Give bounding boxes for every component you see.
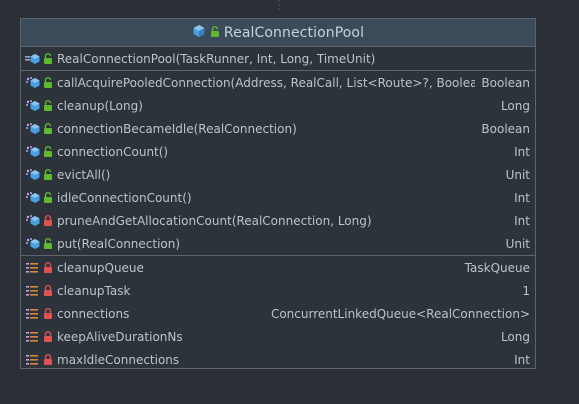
row-icons bbox=[25, 122, 57, 136]
row-icons bbox=[25, 76, 57, 90]
row-icons bbox=[25, 284, 57, 298]
method-row[interactable]: idleConnectionCount() Int bbox=[21, 186, 535, 209]
method-row[interactable]: pruneAndGetAllocationCount(RealConnectio… bbox=[21, 209, 535, 232]
method-row[interactable]: connectionCount() Int bbox=[21, 140, 535, 163]
field-icon bbox=[26, 308, 38, 319]
public-lock-icon bbox=[44, 122, 52, 134]
method-return-type: Int bbox=[514, 213, 530, 228]
field-type: Long bbox=[500, 329, 530, 344]
public-lock-icon bbox=[44, 76, 52, 88]
constructors-section: RealConnectionPool(TaskRunner, Int, Long… bbox=[21, 47, 535, 71]
field-icon bbox=[26, 262, 38, 273]
private-lock-icon bbox=[44, 330, 52, 342]
public-lock-icon bbox=[44, 99, 52, 111]
field-icon bbox=[26, 331, 38, 342]
method-icon bbox=[26, 237, 40, 249]
field-row[interactable]: keepAliveDurationNs Long bbox=[21, 325, 535, 348]
method-icon bbox=[26, 76, 40, 88]
method-icon bbox=[26, 191, 40, 203]
constructor-row[interactable]: RealConnectionPool(TaskRunner, Int, Long… bbox=[21, 47, 535, 70]
method-name: put(RealConnection) bbox=[57, 236, 181, 251]
method-icon bbox=[26, 168, 40, 180]
row-icons bbox=[25, 330, 57, 344]
class-title: RealConnectionPool bbox=[223, 24, 365, 41]
class-icon bbox=[192, 23, 206, 42]
constructor-icon bbox=[25, 53, 40, 64]
row-icons bbox=[25, 145, 57, 159]
private-lock-icon bbox=[44, 307, 52, 319]
methods-section: callAcquirePooledConnection(Address, Rea… bbox=[21, 71, 535, 256]
public-lock-icon bbox=[210, 23, 220, 42]
method-name: idleConnectionCount() bbox=[57, 190, 192, 205]
public-lock-icon bbox=[44, 52, 52, 64]
field-name: keepAliveDurationNs bbox=[57, 329, 183, 344]
private-lock-icon bbox=[44, 261, 52, 273]
private-lock-icon bbox=[44, 214, 52, 226]
public-lock-icon bbox=[44, 237, 52, 249]
row-icons bbox=[25, 214, 57, 228]
field-name: cleanupTask bbox=[57, 283, 131, 298]
public-lock-icon bbox=[44, 168, 52, 180]
method-icon bbox=[26, 145, 40, 157]
private-lock-icon bbox=[44, 284, 52, 296]
field-type: Int bbox=[514, 352, 530, 367]
constructor-name: RealConnectionPool(TaskRunner, Int, Long… bbox=[57, 51, 376, 66]
method-return-type: Unit bbox=[505, 236, 530, 251]
method-row[interactable]: connectionBecameIdle(RealConnection) Boo… bbox=[21, 117, 535, 140]
field-type: 1 bbox=[522, 283, 530, 298]
row-icons bbox=[25, 353, 57, 367]
method-return-type: Boolean bbox=[481, 75, 530, 90]
public-lock-icon bbox=[44, 145, 52, 157]
method-icon bbox=[26, 99, 40, 111]
method-return-type: Int bbox=[514, 144, 530, 159]
method-return-type: Boolean bbox=[481, 121, 530, 136]
method-row[interactable]: evictAll() Unit bbox=[21, 163, 535, 186]
row-icons bbox=[25, 191, 57, 205]
private-lock-icon bbox=[44, 353, 52, 365]
public-lock-icon bbox=[44, 191, 52, 203]
field-name: connections bbox=[57, 306, 130, 321]
method-row[interactable]: callAcquirePooledConnection(Address, Rea… bbox=[21, 71, 535, 94]
method-name: connectionCount() bbox=[57, 144, 169, 159]
method-name: evictAll() bbox=[57, 167, 111, 182]
row-icons bbox=[25, 99, 57, 113]
field-row[interactable]: connections ConcurrentLinkedQueue<RealCo… bbox=[21, 302, 535, 325]
method-return-type: Unit bbox=[505, 167, 530, 182]
field-type: ConcurrentLinkedQueue<RealConnection> bbox=[270, 306, 530, 321]
field-icon bbox=[26, 285, 38, 296]
field-name: cleanupQueue bbox=[57, 260, 144, 275]
field-name: maxIdleConnections bbox=[57, 352, 180, 367]
method-icon bbox=[26, 214, 40, 226]
method-row[interactable]: put(RealConnection) Unit bbox=[21, 232, 535, 255]
row-icons bbox=[25, 168, 57, 182]
field-row[interactable]: cleanupTask 1 bbox=[21, 279, 535, 302]
method-name: cleanup(Long) bbox=[57, 98, 143, 113]
connector-dots: · · · bbox=[277, 0, 281, 15]
row-icons bbox=[25, 261, 57, 275]
method-return-type: Int bbox=[514, 190, 530, 205]
method-name: callAcquirePooledConnection(Address, Rea… bbox=[57, 75, 476, 90]
diagram-canvas: · · · RealConnectionPool RealConnectionP… bbox=[0, 0, 579, 404]
fields-section: cleanupQueue TaskQueue cleanupTask 1 con… bbox=[21, 256, 535, 371]
method-row[interactable]: cleanup(Long) Long bbox=[21, 94, 535, 117]
field-row[interactable]: cleanupQueue TaskQueue bbox=[21, 256, 535, 279]
method-name: connectionBecameIdle(RealConnection) bbox=[57, 121, 297, 136]
row-icons bbox=[25, 237, 57, 251]
method-name: pruneAndGetAllocationCount(RealConnectio… bbox=[57, 213, 372, 228]
method-return-type: Long bbox=[500, 98, 530, 113]
class-node[interactable]: RealConnectionPool RealConnectionPool(Ta… bbox=[20, 18, 536, 369]
field-icon bbox=[26, 354, 38, 365]
row-icons bbox=[25, 52, 57, 65]
class-header[interactable]: RealConnectionPool bbox=[21, 19, 535, 47]
method-icon bbox=[26, 122, 40, 134]
field-row[interactable]: maxIdleConnections Int bbox=[21, 348, 535, 371]
row-icons bbox=[25, 307, 57, 321]
field-type: TaskQueue bbox=[464, 260, 530, 275]
